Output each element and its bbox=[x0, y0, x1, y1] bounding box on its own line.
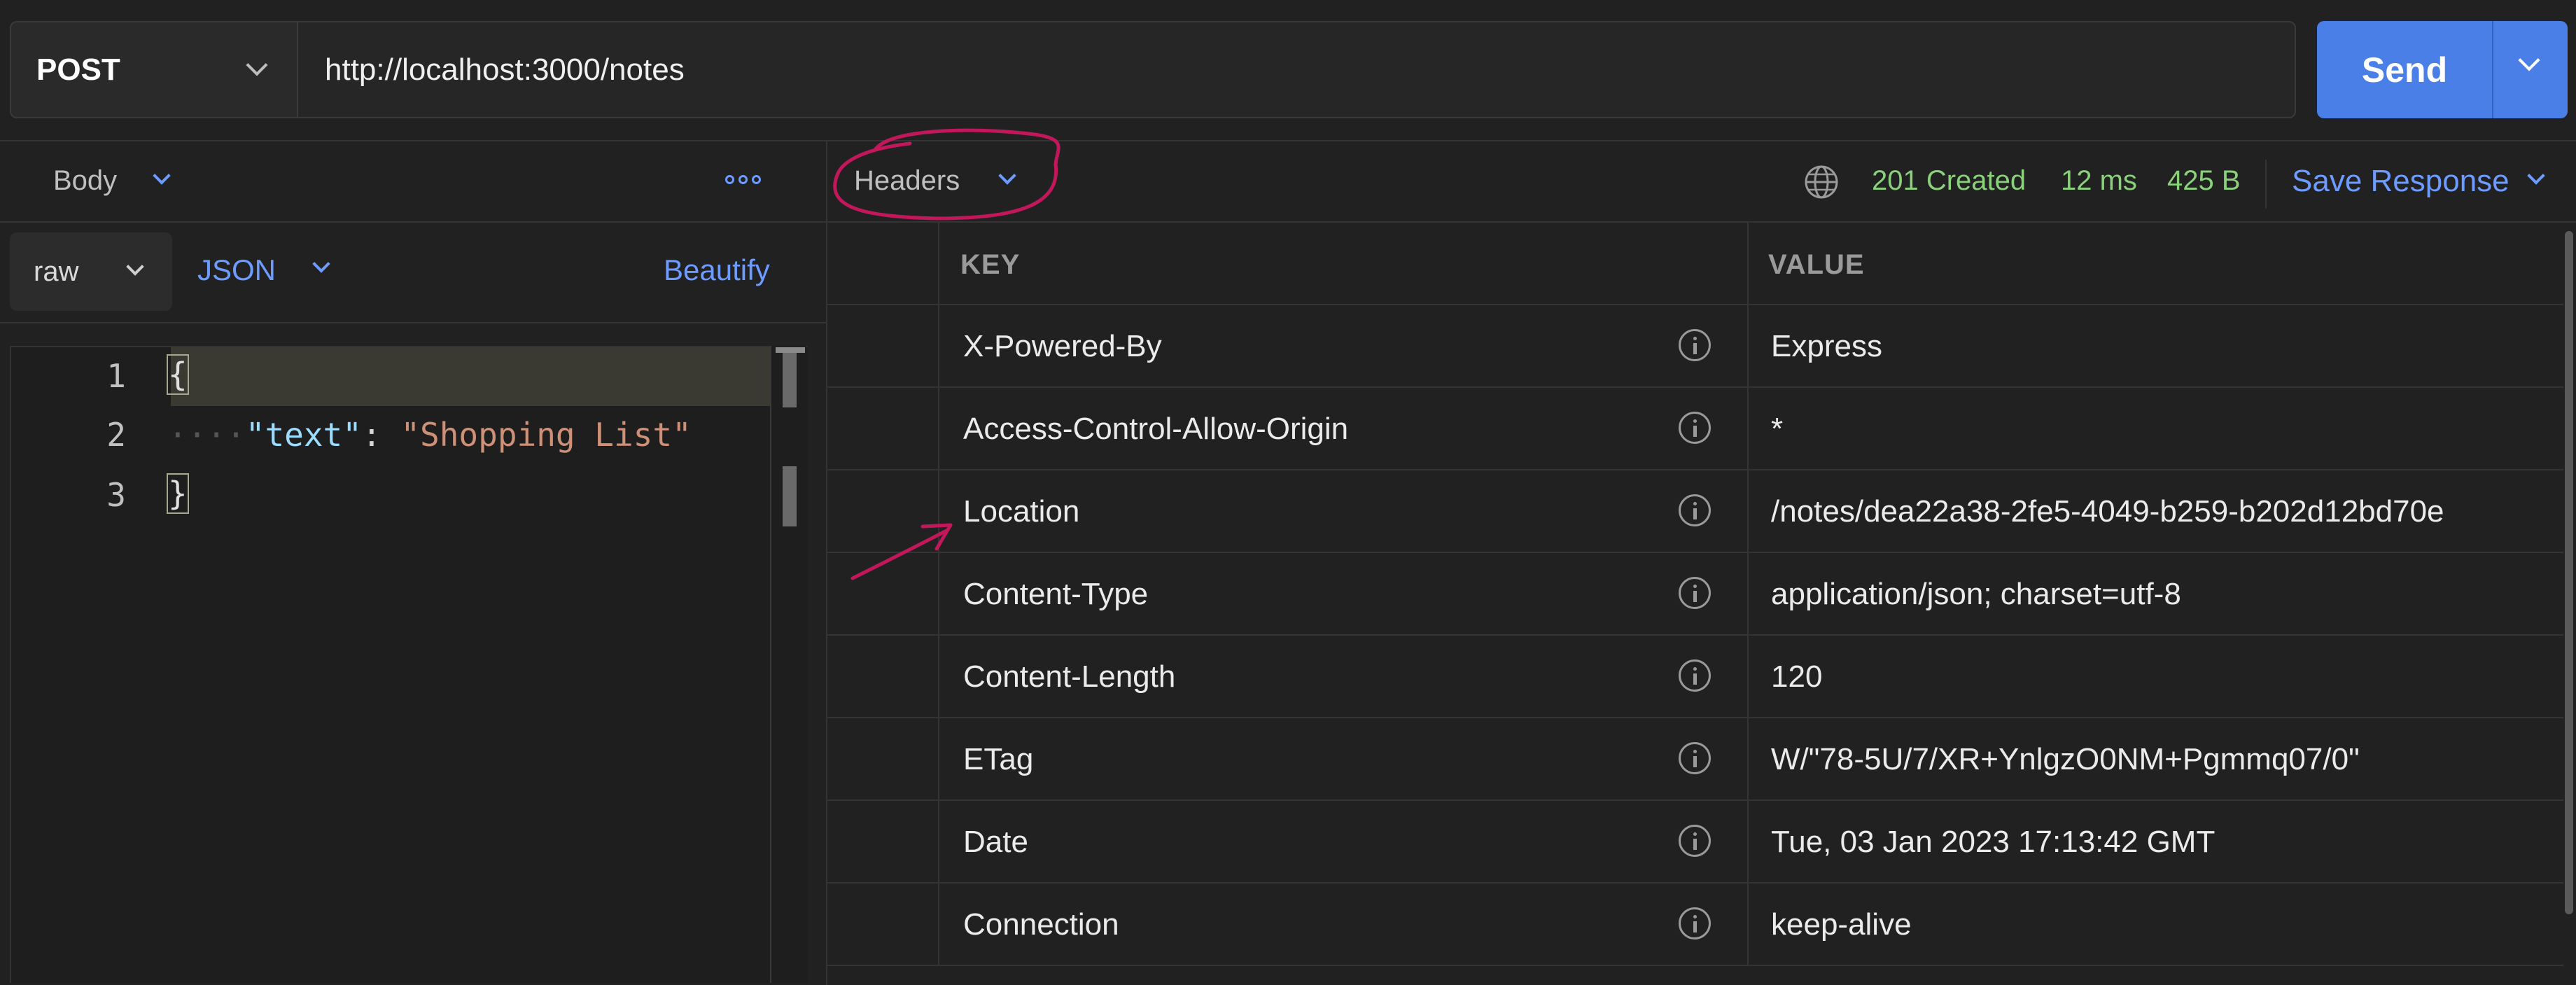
row-divider bbox=[827, 552, 2563, 553]
json-value: "Shopping List" bbox=[400, 416, 692, 454]
header-value: application/json; charset=utf-8 bbox=[1771, 577, 2181, 611]
header-value: 120 bbox=[1771, 659, 1823, 694]
toolbar-divider bbox=[0, 140, 2576, 141]
row-divider bbox=[827, 717, 2563, 718]
info-icon[interactable] bbox=[1679, 659, 1711, 692]
chevron-down-icon[interactable] bbox=[2527, 167, 2545, 185]
active-line-highlight bbox=[171, 347, 773, 406]
line-number: 3 bbox=[106, 476, 126, 514]
chevron-down-icon[interactable] bbox=[312, 255, 330, 273]
info-icon[interactable] bbox=[1679, 907, 1711, 939]
response-size: 425 B bbox=[2167, 165, 2241, 196]
save-response-button[interactable]: Save Response bbox=[2292, 164, 2510, 199]
header-key: Content-Type bbox=[963, 577, 1149, 611]
language-select[interactable]: JSON bbox=[197, 253, 276, 287]
chevron-down-icon[interactable] bbox=[153, 167, 171, 185]
line-number: 2 bbox=[106, 416, 126, 454]
chevron-down-icon bbox=[246, 54, 268, 76]
header-value: * bbox=[1771, 412, 1784, 446]
headers-tab-divider bbox=[827, 221, 2576, 223]
info-icon[interactable] bbox=[1679, 494, 1711, 526]
header-key: Connection bbox=[963, 907, 1119, 942]
info-icon[interactable] bbox=[1679, 825, 1711, 857]
status-divider bbox=[2265, 160, 2267, 209]
header-value: keep-alive bbox=[1771, 907, 1912, 942]
chevron-down-icon bbox=[126, 258, 144, 276]
pane-divider bbox=[826, 140, 827, 985]
info-icon[interactable] bbox=[1679, 577, 1711, 609]
row-divider bbox=[827, 386, 2563, 388]
header-key: Access-Control-Allow-Origin bbox=[963, 412, 1349, 446]
scrollbar-thumb[interactable] bbox=[783, 349, 797, 407]
json-key: "text" bbox=[245, 416, 362, 454]
headers-tab[interactable]: Headers bbox=[854, 165, 960, 197]
row-divider bbox=[827, 965, 2563, 966]
scrollbar-marker bbox=[783, 466, 797, 526]
send-options-button[interactable] bbox=[2492, 21, 2568, 118]
table-column-divider bbox=[1747, 223, 1749, 965]
header-value: /notes/dea22a38-2fe5-4049-b259-b202d12bd… bbox=[1771, 494, 2444, 529]
info-icon[interactable] bbox=[1679, 742, 1711, 774]
editor-scrollbar[interactable] bbox=[770, 346, 806, 983]
status-badge: 201 Created bbox=[1872, 165, 2026, 196]
body-tab-divider bbox=[0, 221, 826, 223]
header-key: ETag bbox=[963, 742, 1034, 776]
code-brace-open: { bbox=[167, 354, 189, 395]
body-options-divider bbox=[0, 322, 826, 323]
globe-icon[interactable] bbox=[1803, 164, 1840, 200]
json-colon: : bbox=[361, 416, 401, 454]
row-divider bbox=[827, 799, 2563, 801]
body-tab[interactable]: Body bbox=[53, 165, 117, 197]
header-value: W/"78-5U/7/XR+YnlgzO0NM+Pgmmq07/0" bbox=[1771, 742, 2360, 776]
url-text: http://localhost:3000/notes bbox=[325, 52, 685, 87]
header-key: Content-Length bbox=[963, 659, 1176, 694]
send-button[interactable]: Send bbox=[2317, 21, 2492, 118]
code-brace-close: } bbox=[167, 473, 189, 514]
row-divider bbox=[827, 634, 2563, 636]
scrollbar-marker bbox=[776, 347, 805, 353]
info-icon[interactable] bbox=[1679, 412, 1711, 444]
annotation-arrow bbox=[850, 529, 948, 580]
header-value: Tue, 03 Jan 2023 17:13:42 GMT bbox=[1771, 825, 2216, 859]
column-header-value: VALUE bbox=[1768, 249, 1865, 280]
format-select-label: raw bbox=[34, 256, 79, 287]
more-icon[interactable] bbox=[725, 175, 761, 184]
beautify-button[interactable]: Beautify bbox=[664, 253, 770, 287]
format-select[interactable]: raw bbox=[10, 232, 172, 311]
chevron-down-icon[interactable] bbox=[998, 167, 1016, 185]
row-divider bbox=[827, 882, 2563, 883]
response-time: 12 ms bbox=[2061, 165, 2137, 196]
headers-scrollbar[interactable] bbox=[2565, 231, 2573, 914]
header-value: Express bbox=[1771, 329, 1882, 363]
header-key: X-Powered-By bbox=[963, 329, 1162, 363]
annotation-arrowhead bbox=[920, 523, 953, 551]
column-header-key: KEY bbox=[960, 249, 1021, 280]
line-number: 1 bbox=[106, 357, 126, 395]
chevron-down-icon bbox=[2518, 49, 2540, 71]
table-header-divider bbox=[827, 304, 2563, 305]
info-icon[interactable] bbox=[1679, 329, 1711, 361]
method-label: POST bbox=[36, 52, 120, 87]
header-key: Location bbox=[963, 494, 1080, 529]
table-column-divider bbox=[938, 223, 939, 965]
row-divider bbox=[827, 469, 2563, 470]
code-line-2: ····"text": "Shopping List" bbox=[168, 416, 692, 454]
url-input[interactable]: http://localhost:3000/notes bbox=[297, 21, 2296, 118]
header-key: Date bbox=[963, 825, 1028, 859]
method-select[interactable]: POST bbox=[10, 21, 297, 118]
